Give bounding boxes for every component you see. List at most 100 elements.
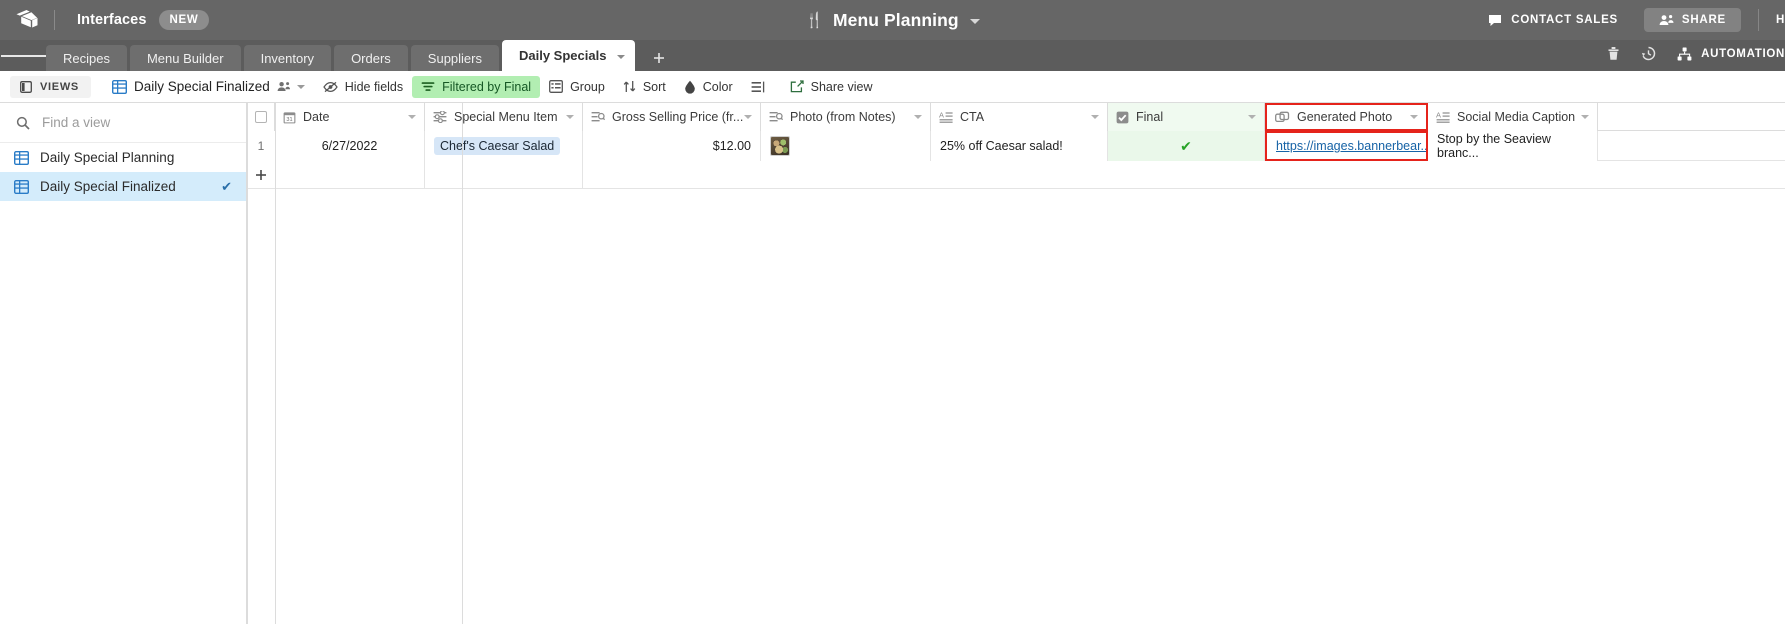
select-chip: Chef's Caesar Salad	[434, 137, 561, 155]
contact-sales-label: CONTACT SALES	[1511, 14, 1618, 26]
column-header-special-menu-item[interactable]: Special Menu Item	[425, 103, 583, 131]
cell-photo-from-notes[interactable]	[761, 131, 931, 161]
top-bar-divider-2	[1757, 9, 1759, 31]
sidebar-item-daily-special-finalized[interactable]: Daily Special Finalized ✔	[0, 172, 246, 201]
cell-social-media-caption[interactable]: Stop by the Seaview branc...	[1428, 131, 1598, 161]
tab-label: Menu Builder	[146, 50, 224, 66]
tab-label: Daily Specials	[519, 48, 607, 63]
find-view-row	[0, 103, 246, 143]
chevron-down-icon[interactable]	[1581, 115, 1589, 119]
plus-icon	[654, 53, 665, 63]
chevron-down-icon[interactable]	[914, 115, 922, 119]
chevron-down-icon[interactable]	[566, 115, 574, 119]
column-header-final[interactable]: Final	[1108, 103, 1265, 131]
column-header-cta[interactable]: A CTA	[931, 103, 1108, 131]
collaborators-icon	[277, 81, 291, 92]
cell-cta[interactable]: 25% off Caesar salad!	[931, 131, 1108, 161]
views-toggle-button[interactable]: VIEWS	[10, 75, 91, 98]
select-all-checkbox[interactable]	[247, 103, 275, 131]
add-row[interactable]	[247, 161, 1785, 189]
column-header-label: Final	[1136, 110, 1164, 124]
column-header-social-media-caption[interactable]: A Social Media Caption	[1428, 103, 1598, 131]
tab-menu-builder[interactable]: Menu Builder	[129, 45, 241, 71]
group-icon	[549, 80, 564, 93]
column-header-gross-selling-price[interactable]: Gross Selling Price (fr...	[583, 103, 761, 131]
airtable-logo-button[interactable]	[0, 9, 54, 31]
base-title-button[interactable]: 🍴 Menu Planning	[805, 10, 980, 31]
chevron-down-icon[interactable]	[408, 115, 416, 119]
share-button[interactable]: SHARE	[1643, 8, 1741, 32]
add-table-button[interactable]	[646, 45, 672, 71]
long-text-icon: A	[939, 111, 953, 123]
column-header-label: Photo (from Notes)	[790, 110, 896, 124]
share-arrow-icon	[790, 80, 804, 93]
sort-button[interactable]: Sort	[614, 76, 675, 98]
svg-text:A: A	[1436, 111, 1441, 120]
single-select-icon	[433, 111, 447, 123]
tab-recipes[interactable]: Recipes	[46, 45, 127, 71]
column-header-label: Social Media Caption	[1457, 110, 1576, 124]
group-button[interactable]: Group	[540, 76, 614, 98]
sidebar-item-daily-special-planning[interactable]: Daily Special Planning	[0, 143, 246, 172]
tab-inventory[interactable]: Inventory	[243, 45, 332, 71]
filter-icon	[421, 81, 435, 92]
paint-drop-icon	[684, 80, 696, 94]
tab-orders[interactable]: Orders	[334, 45, 408, 71]
selected-check-icon: ✔	[221, 178, 232, 194]
color-label: Color	[702, 79, 733, 94]
table-row[interactable]: 1 6/27/2022 Chef's Caesar Salad $12.00 2…	[247, 131, 1785, 161]
tab-label: Recipes	[63, 50, 110, 66]
checkbox-field-icon	[1116, 111, 1129, 124]
column-header-date[interactable]: 31 Date	[275, 103, 425, 131]
tab-daily-specials[interactable]: Daily Specials	[502, 40, 636, 71]
add-row-cell	[425, 161, 583, 188]
cell-final[interactable]: ✔	[1108, 131, 1265, 161]
top-bar: Interfaces NEW 🍴 Menu Planning CONTACT S…	[0, 0, 1785, 40]
tab-label: Inventory	[260, 50, 315, 66]
automations-icon	[1677, 47, 1692, 61]
interfaces-link[interactable]: Interfaces	[77, 12, 147, 28]
search-input[interactable]	[42, 115, 212, 130]
check-icon: ✔	[1180, 137, 1192, 154]
automations-button[interactable]: AUTOMATION	[1677, 47, 1785, 61]
chevron-down-icon[interactable]	[1091, 115, 1099, 119]
chevron-down-icon[interactable]	[296, 84, 305, 89]
contact-sales-button[interactable]: CONTACT SALES	[1488, 14, 1618, 27]
chevron-down-icon[interactable]	[1248, 115, 1256, 119]
column-header-label: CTA	[960, 110, 985, 124]
long-text-icon: A	[1436, 111, 1450, 123]
share-view-button[interactable]: Share view	[781, 76, 882, 98]
trash-icon[interactable]	[1607, 46, 1620, 61]
generated-photo-link[interactable]: https://images.bannerbear....	[1276, 139, 1426, 153]
search-icon	[16, 116, 30, 130]
sidebar-item-label: Daily Special Finalized	[40, 179, 176, 194]
cell-special-menu-item[interactable]: Chef's Caesar Salad	[425, 131, 583, 161]
top-bar-actions: CONTACT SALES SHARE H	[1488, 0, 1785, 40]
cell-generated-photo[interactable]: https://images.bannerbear....	[1265, 131, 1428, 161]
column-header-generated-photo[interactable]: Generated Photo	[1265, 103, 1428, 131]
chevron-down-icon[interactable]	[744, 115, 752, 119]
grid-view-icon	[111, 79, 127, 94]
color-button[interactable]: Color	[675, 76, 742, 98]
cell-gross-selling-price[interactable]: $12.00	[583, 131, 761, 161]
column-header-photo-from-notes[interactable]: Photo (from Notes)	[761, 103, 931, 131]
tab-suppliers[interactable]: Suppliers	[410, 45, 499, 71]
sort-icon	[623, 80, 636, 93]
hamburger-icon[interactable]	[0, 40, 46, 71]
hide-fields-button[interactable]: Hide fields	[314, 76, 412, 98]
view-name-label: Daily Special Finalized	[133, 79, 270, 94]
row-height-button[interactable]	[742, 77, 781, 97]
chevron-down-icon[interactable]	[969, 18, 980, 24]
cell-date[interactable]: 6/27/2022	[275, 131, 425, 161]
current-view-button[interactable]: Daily Special Finalized	[103, 75, 314, 98]
history-clock-icon[interactable]	[1641, 46, 1656, 61]
tab-label: Suppliers	[427, 50, 482, 66]
grid-view: 31 Date Special Menu Item Gross Selling …	[247, 103, 1785, 624]
help-button[interactable]: H	[1776, 14, 1785, 26]
grid-view-icon	[14, 150, 29, 165]
chevron-down-icon[interactable]	[617, 54, 626, 59]
chevron-down-icon[interactable]	[1410, 115, 1418, 119]
filter-button[interactable]: Filtered by Final	[412, 75, 541, 98]
people-icon	[1659, 14, 1674, 26]
add-row-plus-icon[interactable]	[247, 161, 275, 188]
